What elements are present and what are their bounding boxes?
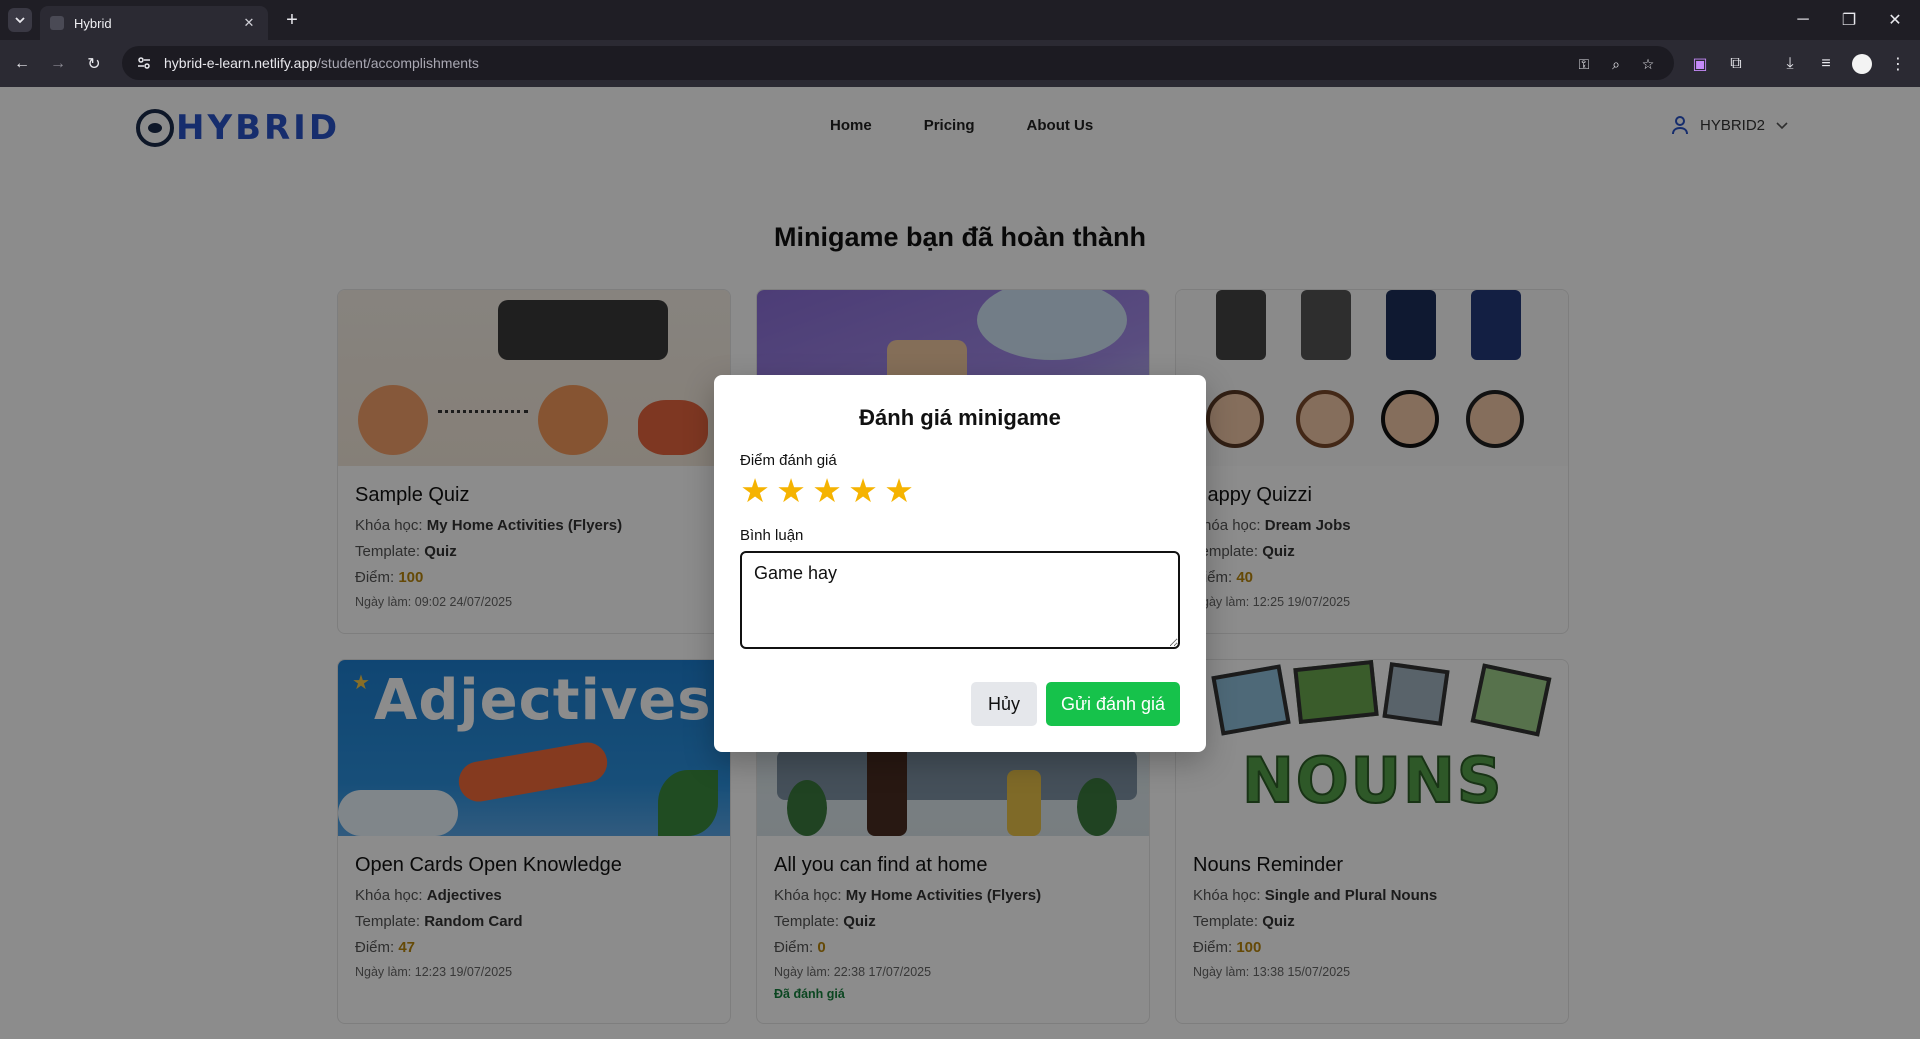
star-icon[interactable]: ★ <box>776 474 806 507</box>
close-tab-icon[interactable]: ✕ <box>240 14 258 32</box>
new-tab-button[interactable]: + <box>282 9 302 31</box>
extension-icon[interactable]: ▣ <box>1688 52 1712 76</box>
tab-search-button[interactable] <box>8 8 32 32</box>
chevron-down-icon <box>15 17 25 24</box>
download-icon[interactable]: ⤓ <box>1778 52 1802 76</box>
puzzle-icon[interactable]: ⧉ <box>1724 52 1748 76</box>
menu-kebab-icon[interactable]: ⋮ <box>1886 52 1910 76</box>
comment-textarea[interactable]: Game hay <box>740 551 1180 649</box>
reload-icon[interactable]: ↻ <box>82 52 106 76</box>
cancel-button[interactable]: Hủy <box>971 682 1037 726</box>
key-icon[interactable]: ⚿ <box>1574 54 1594 74</box>
back-icon[interactable]: ← <box>10 52 34 76</box>
star-rating[interactable]: ★ ★ ★ ★ ★ <box>740 474 914 507</box>
url-host: hybrid-e-learn.netlify.app <box>164 55 318 71</box>
star-icon[interactable]: ★ <box>884 474 914 507</box>
restore-icon[interactable]: ❐ <box>1826 6 1872 34</box>
star-icon[interactable]: ★ <box>812 474 842 507</box>
rating-label: Điểm đánh giá <box>740 452 837 469</box>
browser-chrome: Hybrid ✕ + ─ ❐ ✕ ← → ↻ hybrid-e-learn.ne… <box>0 0 1920 87</box>
submit-rating-button[interactable]: Gửi đánh giá <box>1046 682 1180 726</box>
site-info-icon[interactable] <box>136 55 152 71</box>
comment-label: Bình luận <box>740 527 804 544</box>
minimize-icon[interactable]: ─ <box>1780 6 1826 34</box>
url-path: /student/accomplishments <box>317 55 479 71</box>
media-queue-icon[interactable]: ≡ <box>1814 52 1838 76</box>
profile-avatar[interactable] <box>1850 52 1874 76</box>
rating-modal: Đánh giá minigame Điểm đánh giá ★ ★ ★ ★ … <box>714 375 1206 752</box>
star-icon[interactable]: ★ <box>740 474 770 507</box>
star-icon[interactable]: ★ <box>848 474 878 507</box>
browser-toolbar: ← → ↻ hybrid-e-learn.netlify.app/student… <box>0 40 1920 87</box>
browser-tab[interactable]: Hybrid ✕ <box>40 6 268 40</box>
tab-title: Hybrid <box>74 15 112 31</box>
close-window-icon[interactable]: ✕ <box>1872 6 1918 34</box>
url-text: hybrid-e-learn.netlify.app/student/accom… <box>164 55 479 71</box>
favicon-icon <box>50 16 64 30</box>
forward-icon[interactable]: → <box>46 52 70 76</box>
modal-title: Đánh giá minigame <box>859 405 1061 430</box>
bookmark-star-icon[interactable]: ☆ <box>1638 54 1658 74</box>
address-bar[interactable]: hybrid-e-learn.netlify.app/student/accom… <box>122 46 1674 80</box>
zoom-icon[interactable]: ⌕ <box>1606 54 1626 74</box>
tab-strip: Hybrid ✕ + ─ ❐ ✕ <box>0 0 1920 40</box>
